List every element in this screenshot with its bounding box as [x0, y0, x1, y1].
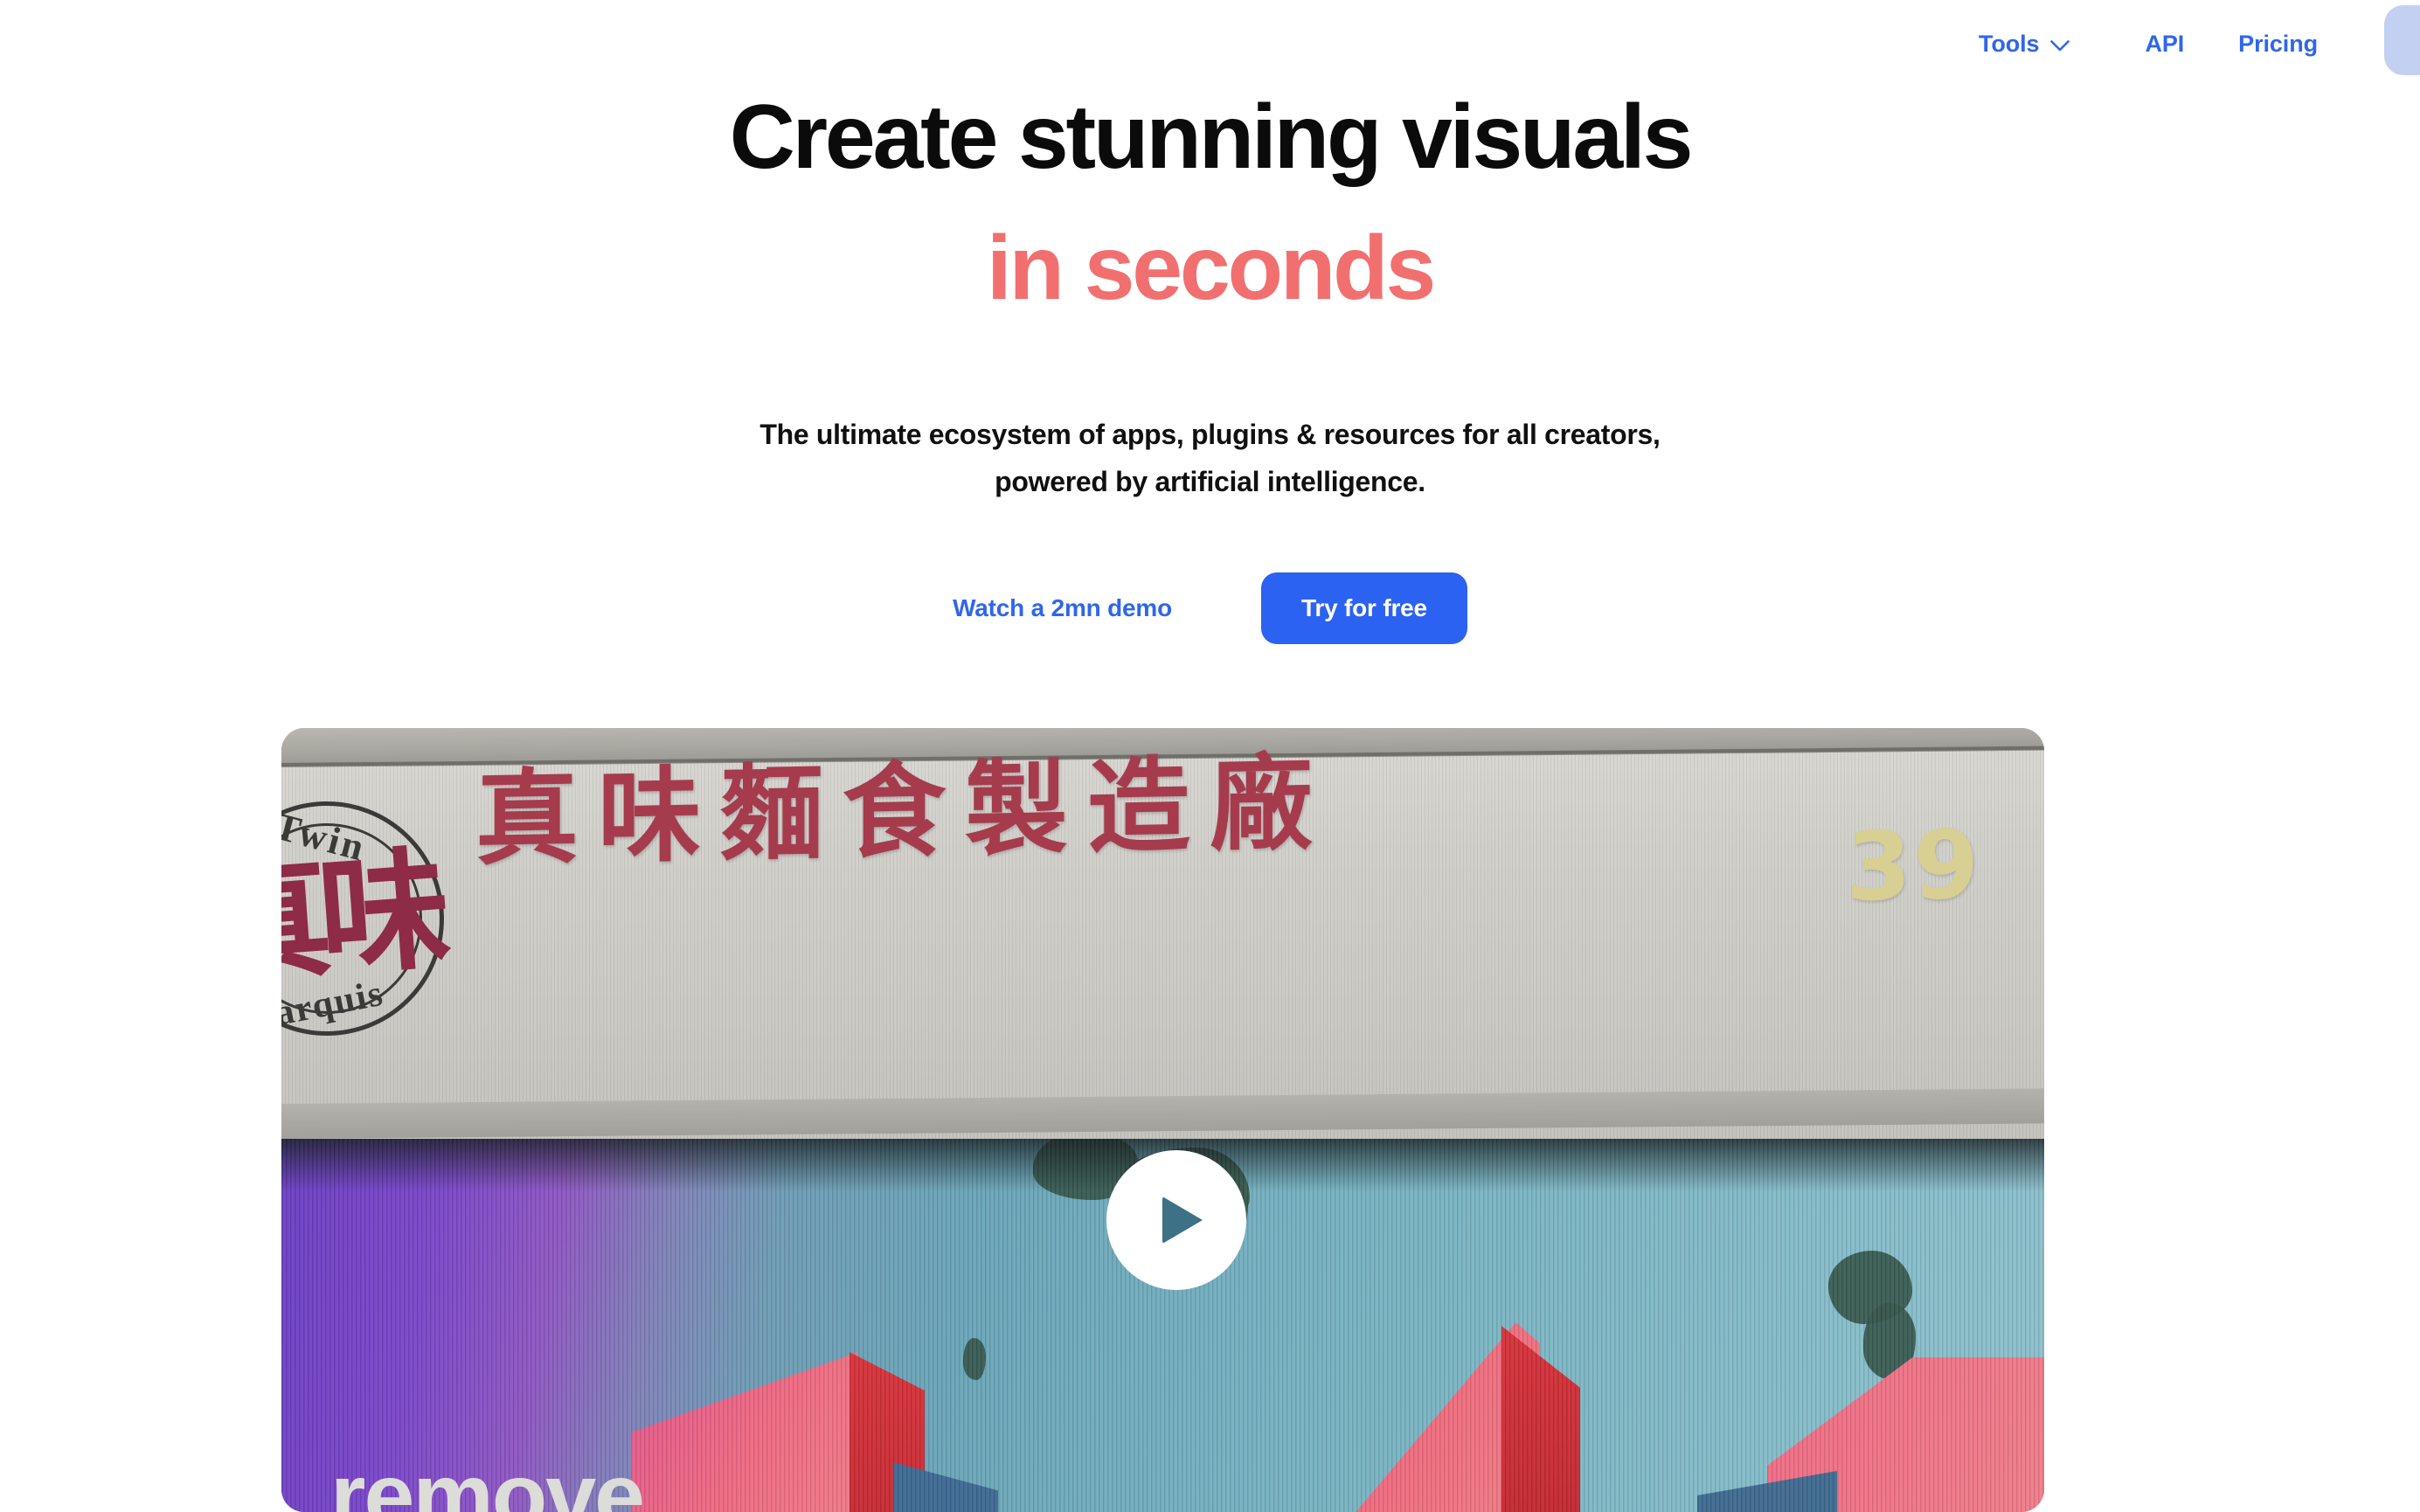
headline-line-1: Create stunning visuals: [729, 87, 1694, 188]
nav-item-tools[interactable]: Tools: [1979, 31, 2070, 58]
mural-shape-pink: [631, 1352, 858, 1512]
page-title: Create stunning visuals in seconds: [0, 72, 2420, 334]
chevron-down-icon: [2050, 39, 2070, 52]
mural-overlay-word: remove: [330, 1446, 645, 1512]
play-triangle-glyph: [1161, 1196, 1203, 1244]
nav-item-api[interactable]: API: [2145, 31, 2184, 58]
play-icon[interactable]: [1106, 1150, 1246, 1290]
hero-video-preview[interactable]: 真味麵食製造廠 39 Twin Marquis 真味 remove: [281, 728, 2044, 1512]
sign-street-number: 39: [1846, 810, 1981, 923]
hero-cta-row: Watch a 2mn demo Try for free: [0, 572, 2420, 644]
mural-shape-blue: [893, 1462, 998, 1512]
mural-paint-blob: [963, 1338, 986, 1380]
nav-account-button[interactable]: [2384, 5, 2420, 75]
subtitle-line-2: powered by artificial intelligence.: [995, 466, 1425, 497]
try-for-free-button[interactable]: Try for free: [1261, 572, 1467, 644]
headline-line-2: in seconds: [986, 218, 1436, 319]
nav-link-tools-label[interactable]: Tools: [1979, 31, 2040, 58]
nav-item-pricing[interactable]: Pricing: [2238, 31, 2318, 58]
sign-bottom-beam: [281, 1088, 2044, 1139]
logo-chinese-characters: 真味: [281, 834, 444, 1003]
hero-subtitle: The ultimate ecosystem of apps, plugins …: [0, 411, 2420, 505]
mural-shape-red: [1501, 1326, 1580, 1512]
sign-chinese-text: 真味麵食製造廠: [475, 742, 1333, 880]
watch-demo-link[interactable]: Watch a 2mn demo: [953, 594, 1172, 622]
twin-marquis-logo: Twin Marquis 真味: [281, 799, 447, 1041]
factory-sign-photo-region: 真味麵食製造廠 39 Twin Marquis 真味: [281, 728, 2044, 1139]
subtitle-line-1: The ultimate ecosystem of apps, plugins …: [759, 419, 1661, 450]
